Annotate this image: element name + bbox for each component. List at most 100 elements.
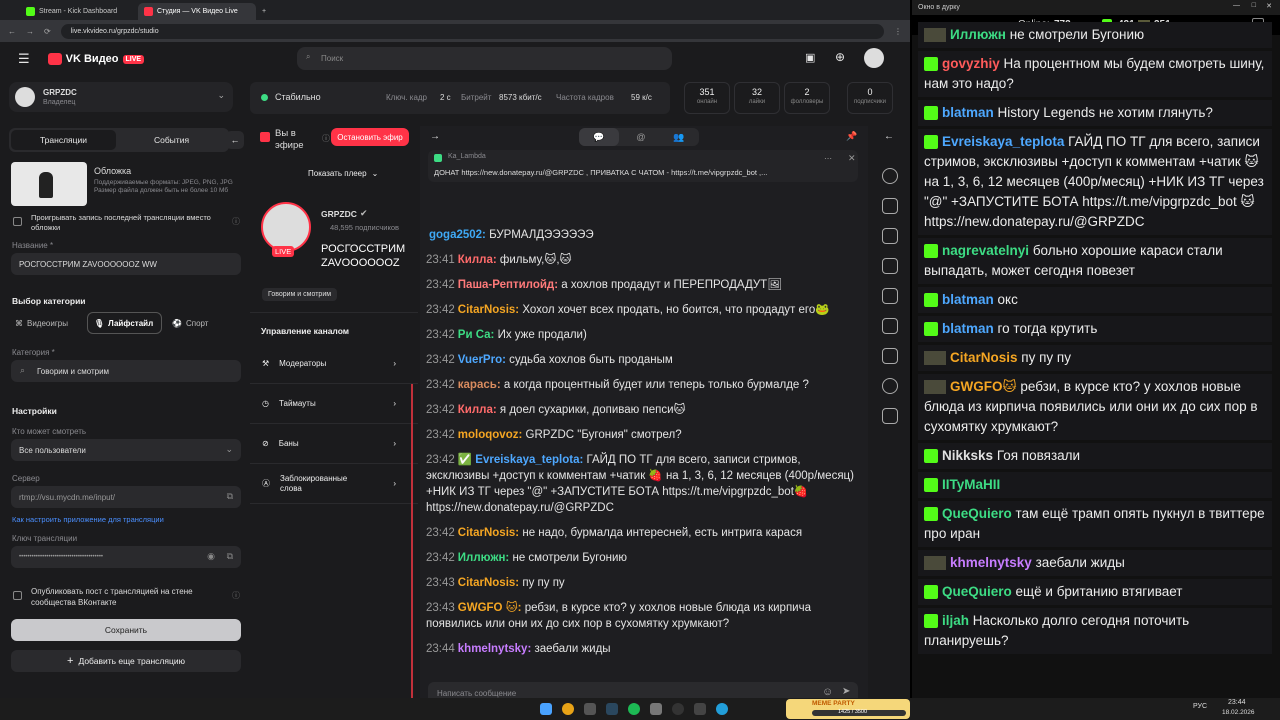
message-user[interactable]: Килла: [458,254,497,266]
minimize-icon[interactable]: — [1233,2,1240,9]
chat-bubbles-icon[interactable]: 💬 [579,128,619,146]
howto-link[interactable]: Как настроить приложение для трансляции [12,515,164,524]
chrome-icon[interactable] [562,703,574,715]
close-icon[interactable]: ✕ [1266,2,1272,10]
spotify-icon[interactable] [628,703,640,715]
popup-message-user[interactable]: khmelnytsky [950,555,1032,570]
save-button[interactable]: Сохранить [11,619,241,641]
info-icon[interactable]: ⓘ [232,590,240,601]
menu-moderators[interactable]: ⚒ Модераторы › [250,344,418,384]
chart-icon[interactable] [882,318,898,334]
forward-icon[interactable]: → [26,27,34,36]
users-icon[interactable]: 👥 [661,128,697,146]
more-icon[interactable]: ⋯ [824,154,832,163]
gem-icon[interactable] [882,228,898,244]
message-user[interactable]: VuerPro: [458,354,506,366]
tab-vk-studio[interactable]: Студия — VK Видео Live [138,3,256,20]
popup-message-user[interactable]: QueQuiero [942,584,1012,599]
menu-blocked-words[interactable]: Ⓐ Заблокированные слова › [250,464,418,504]
search-input[interactable]: ⌕ Поиск [297,47,672,70]
emoji-icon[interactable]: ☺ [822,686,833,698]
menu-bans[interactable]: ⊘ Баны › [250,424,418,464]
mentions-icon[interactable]: @ [623,128,659,146]
message-user[interactable]: Килла: [458,404,497,416]
publish-checkbox[interactable] [13,591,22,600]
explorer-icon[interactable] [584,703,596,715]
tab-kick[interactable]: Stream - Kick Dashboard [20,3,138,20]
steam-icon[interactable] [606,703,618,715]
meme-party-widget[interactable]: MEME PARTY 1425 / 3500 [786,699,910,719]
popup-message-user[interactable]: IITyMaHII [942,477,1000,492]
show-player-button[interactable]: Показать плеер ⌄ [308,164,406,182]
collapse-left-icon[interactable]: ← [226,131,244,149]
message-user[interactable]: GWGFO 🐱: [458,602,522,614]
popup-message-user[interactable]: CitarNosis [950,350,1018,365]
message-user[interactable]: moloqovoz: [458,429,523,441]
pin-icon[interactable]: 📌 [846,131,857,142]
popup-message-user[interactable]: blatman [942,292,994,307]
menu-icon[interactable]: ☰ [18,51,30,67]
clock-time[interactable]: 23:44 [1228,699,1246,706]
info-icon[interactable]: ⓘ [232,216,240,227]
tab-streams[interactable]: Трансляции [11,130,116,150]
popup-message-user[interactable]: nagrevatelnyi [942,243,1029,258]
eye-icon[interactable]: ◉ [207,551,215,562]
back-icon[interactable]: ← [8,27,16,36]
url-field[interactable]: live.vkvideo.ru/grpzdc/studio [60,23,884,39]
maximize-icon[interactable]: □ [1252,2,1256,9]
message-user[interactable]: ✅ Evreiskaya_teplota: [458,454,584,466]
popup-message-user[interactable]: iljah [942,613,969,628]
vk-logo[interactable]: VK Видео LIVE [47,53,145,65]
add-stream-button[interactable]: + Добавить еще трансляцию [11,650,241,672]
extensions-icon[interactable]: ⋮ [894,27,902,36]
menu-timeouts[interactable]: ◷ Таймауты › [250,384,418,424]
category-input[interactable]: ⌕ Говорим и смотрим [11,360,241,382]
tab-events[interactable]: События [119,130,224,150]
avatar[interactable] [864,48,884,68]
telegram-icon[interactable] [716,703,728,715]
dice-icon[interactable] [882,258,898,274]
gear-icon[interactable] [882,168,898,184]
app-icon[interactable] [694,703,706,715]
lang-indicator[interactable]: РУС [1193,703,1207,710]
category-tag[interactable]: Говорим и смотрим [262,288,338,301]
popup-message-user[interactable]: blatman [942,321,994,336]
message-user[interactable]: CitarNosis: [458,304,519,316]
cat-games-tab[interactable]: ⌘ Видеоигры [11,312,83,334]
info-icon[interactable]: ⓘ [322,133,330,144]
app-icon[interactable] [650,703,662,715]
collapse-right-icon[interactable]: ← [884,131,894,142]
close-icon[interactable]: ✕ [848,153,856,164]
cat-life-tab[interactable]: 🎙 Лайфстайл [87,312,162,334]
message-user[interactable]: khmelnytsky: [458,643,532,655]
stream-key-field[interactable]: ••••••••••••••••••••••••••••••••••••••••… [11,546,241,568]
copy-icon[interactable]: ⧉ [227,551,233,562]
cover-thumbnail[interactable] [11,162,87,206]
popup-message-user[interactable]: Иллюжн [950,27,1006,42]
send-icon[interactable]: ➤ [842,686,850,697]
obs-icon[interactable] [672,703,684,715]
message-user[interactable]: CitarNosis: [458,527,519,539]
replay-checkbox[interactable] [13,217,22,226]
message-user[interactable]: Паша-Рептилойд: [458,279,558,291]
reload-icon[interactable]: ⟳ [44,27,51,36]
stream-name-input[interactable]: РОСГОССТРИМ ZAVOOOOOOZ WW [11,253,241,275]
channel-selector[interactable]: GRPZDC Владелец ⌄ [9,82,233,112]
message-user[interactable]: Иллюжн: [458,552,509,564]
copy-icon[interactable]: ⧉ [227,491,233,502]
add-icon[interactable]: ⊕ [835,50,845,64]
list-icon[interactable] [882,288,898,304]
message-user[interactable]: CitarNosis: [458,577,519,589]
popup-message-user[interactable]: QueQuiero [942,506,1012,521]
cat-sport-tab[interactable]: ⚽ Спорт [166,312,226,334]
audience-select[interactable]: Все пользователи ⌄ [11,439,241,461]
windows-start-icon[interactable] [540,703,552,715]
clock-date[interactable]: 18.02.2026 [1222,709,1255,716]
popup-message-user[interactable]: Nikksks [942,448,993,463]
message-user[interactable]: карась: [458,379,501,391]
document-icon[interactable] [882,408,898,424]
expand-icon[interactable]: → [430,131,440,142]
trophy-icon[interactable] [882,348,898,364]
popup-message-user[interactable]: GWGFO🐱 [950,379,1017,394]
popup-message-user[interactable]: Evreiskaya_teplota [942,134,1064,149]
